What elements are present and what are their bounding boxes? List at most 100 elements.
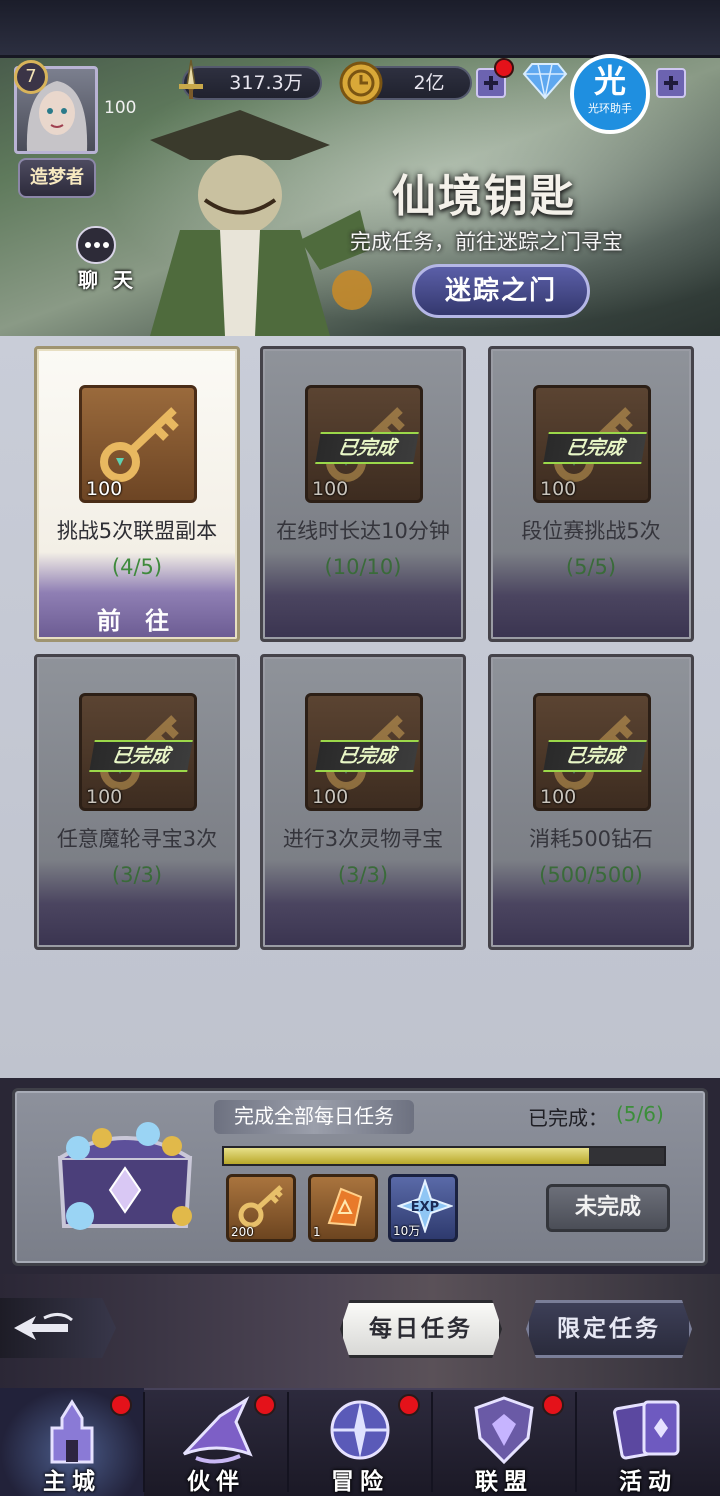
reward-rune[interactable]: 1 (308, 1174, 378, 1242)
nav-item[interactable]: 联盟 (432, 1388, 576, 1496)
task-name: 进行3次灵物寻宝 (282, 827, 444, 851)
rune-stone-icon (327, 1187, 363, 1227)
sword-icon (179, 59, 203, 99)
notification-dot (542, 1394, 564, 1416)
summary-progress-fill (224, 1148, 589, 1164)
summary-progress-bar (222, 1146, 666, 1166)
task-card: 100 已完成任意魔轮寻宝3次 (3/3) (34, 654, 240, 950)
back-button[interactable] (0, 1298, 116, 1358)
power-value: 317.3万 (229, 72, 303, 94)
completed-stamp: 已完成 (315, 432, 419, 464)
completed-stamp: 已完成 (543, 740, 647, 772)
reward-qty: 200 (231, 1225, 254, 1239)
helper-badge[interactable]: 光 光环助手 (570, 54, 650, 134)
event-description: 完成任务，前往迷踪之门寻宝 (350, 230, 623, 254)
task-progress: (3/3) (337, 863, 389, 887)
notification-dot (110, 1394, 132, 1416)
nav-separator (287, 1392, 289, 1492)
nav-item[interactable]: 活动 (576, 1388, 720, 1496)
task-name: 消耗500钻石 (528, 827, 654, 851)
maze-gate-button[interactable]: 迷踪之门 (412, 264, 590, 318)
diamond-icon (522, 63, 568, 100)
go-button[interactable]: 前 往 (37, 601, 237, 636)
reward-qty: 10万 (393, 1224, 421, 1238)
key-icon (238, 1185, 283, 1228)
dots-icon (85, 242, 109, 248)
nav-label: 联盟 (475, 1468, 533, 1495)
nav-item[interactable]: 伙伴 (144, 1388, 288, 1496)
summary-status-count: (5/6) (616, 1102, 664, 1126)
event-title: 仙境钥匙 (392, 171, 576, 222)
top-bar (0, 0, 720, 58)
add-diamond-button[interactable] (656, 68, 686, 98)
level-badge: 7 (14, 60, 48, 94)
nav-item[interactable]: 主城 (0, 1388, 144, 1496)
task-reward-qty: 100 (312, 478, 349, 500)
task-reward-qty: 100 (312, 786, 349, 808)
task-progress: (4/5) (111, 555, 163, 579)
tab-limited-tasks[interactable]: 限定任务 (526, 1300, 692, 1358)
task-progress: (500/500) (539, 863, 643, 887)
summary-status-label: 已完成： (528, 1106, 608, 1130)
task-card[interactable]: 100 挑战5次联盟副本 (4/5) 前 往 (34, 346, 240, 642)
task-reward-box: 100 已完成 (305, 385, 423, 503)
player-power: 100 (104, 98, 137, 118)
task-progress: (3/3) (111, 863, 163, 887)
completed-stamp: 已完成 (315, 740, 419, 772)
completed-stamp: 已完成 (89, 740, 193, 772)
nav-item[interactable]: 冒险 (288, 1388, 432, 1496)
task-reward-qty: 100 (86, 786, 123, 808)
nav-separator (143, 1392, 145, 1492)
completed-stamp: 已完成 (543, 432, 647, 464)
summary-title: 完成全部每日任务 (214, 1100, 414, 1134)
rank-title: 造梦者 (18, 158, 96, 198)
chat-icon (76, 226, 116, 264)
treasure-chest-icon (57, 1122, 193, 1230)
task-reward-qty: 100 (86, 478, 123, 500)
reward-key[interactable]: 200 (226, 1174, 296, 1242)
task-name: 段位赛挑战5次 (521, 519, 661, 543)
task-card: 100 已完成进行3次灵物寻宝 (3/3) (260, 654, 466, 950)
nav-label: 伙伴 (187, 1468, 245, 1495)
nav-label: 主城 (43, 1468, 101, 1495)
nav-separator (575, 1392, 577, 1492)
gold-value: 2亿 (413, 72, 445, 94)
reward-exp[interactable]: EXP 10万 (388, 1174, 458, 1242)
key-icon (100, 407, 179, 482)
task-name: 挑战5次联盟副本 (56, 519, 218, 543)
nav-label: 冒险 (331, 1468, 389, 1495)
task-reward-qty: 100 (540, 478, 577, 500)
task-name: 在线时长达10分钟 (276, 519, 450, 543)
chat-label: 聊 天 (78, 268, 137, 292)
nav-separator (431, 1392, 433, 1492)
task-name: 任意魔轮寻宝3次 (56, 827, 218, 851)
witch-hat-icon (182, 1396, 253, 1464)
add-gold-button[interactable] (476, 58, 514, 98)
task-reward-qty: 100 (540, 786, 577, 808)
gold-coin-icon (339, 61, 383, 105)
task-card: 100 已完成消耗500钻石 (500/500) (488, 654, 694, 950)
task-progress: (10/10) (324, 555, 402, 579)
task-reward-box: 100 已完成 (79, 693, 197, 811)
task-reward-box: 100 (79, 385, 197, 503)
task-reward-box: 100 已完成 (533, 385, 651, 503)
castle-icon (50, 1399, 94, 1464)
scarecrow-illustration (150, 110, 372, 336)
back-arrow-icon (14, 1313, 73, 1340)
task-card: 100 已完成段位赛挑战5次 (5/5) (488, 346, 694, 642)
claim-all-button[interactable]: 未完成 (546, 1184, 670, 1232)
shield-crest-icon (474, 1396, 534, 1465)
notification-dot (494, 58, 514, 78)
task-card: 100 已完成在线时长达10分钟 (10/10) (260, 346, 466, 642)
helper-badge-label: 光环助手 (588, 102, 632, 115)
plus-icon (484, 76, 498, 90)
event-banner: 317.3万 2亿 光 光环助手 7 100 造梦者 聊 天 仙境钥匙 完成任务… (0, 0, 720, 336)
task-reward-box: 100 已完成 (305, 693, 423, 811)
tab-daily-tasks[interactable]: 每日任务 (340, 1300, 502, 1358)
compass-orb-icon (330, 1400, 390, 1460)
notification-dot (398, 1394, 420, 1416)
task-progress: (5/5) (565, 555, 617, 579)
helper-badge-glyph: 光 (593, 62, 626, 100)
task-reward-box: 100 已完成 (533, 693, 651, 811)
plus-icon (664, 76, 678, 90)
